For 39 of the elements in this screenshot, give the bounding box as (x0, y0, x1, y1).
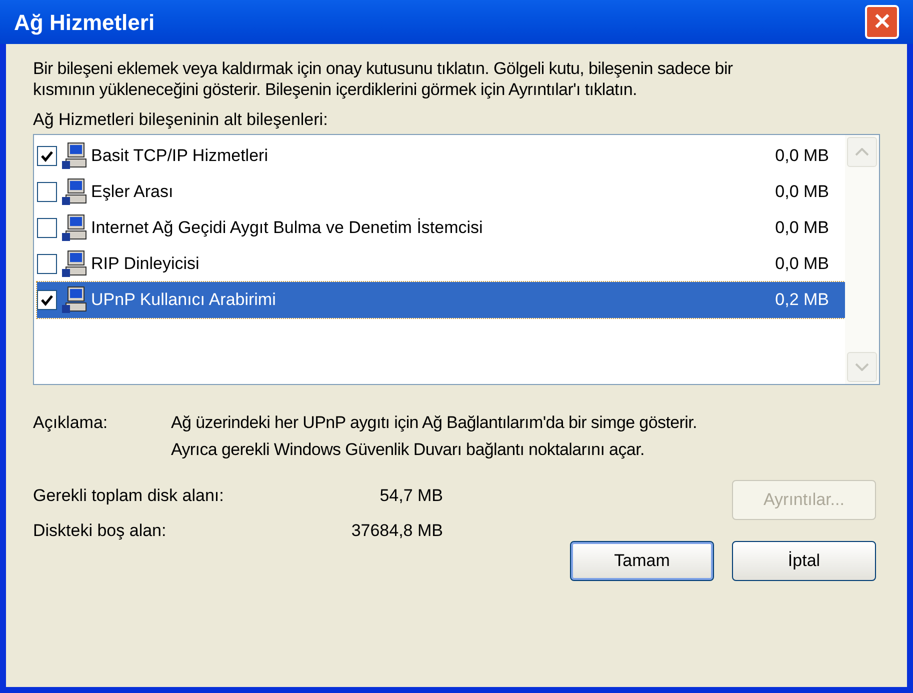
disk-value: 54,7 MB (378, 485, 443, 507)
component-size: 0,0 MB (775, 181, 829, 204)
computer-icon (61, 286, 87, 314)
computer-icon (61, 142, 87, 170)
component-size: 0,2 MB (775, 289, 829, 312)
disk-value: 37684,8 MB (350, 520, 443, 542)
computer-icon (61, 178, 87, 206)
component-name: RIP Dinleyicisi (91, 253, 200, 276)
checkbox[interactable] (37, 182, 57, 202)
checkbox[interactable] (37, 254, 57, 274)
description-label: Açıklama: (33, 412, 109, 434)
window-title: Ağ Hizmetleri (14, 8, 155, 37)
list-item[interactable]: Basit TCP/IP Hizmetleri 0,0 MB (37, 138, 845, 174)
component-size: 0,0 MB (775, 253, 829, 276)
list-label: Ağ Hizmetleri bileşeninin alt bileşenleri: (33, 109, 329, 130)
component-name: Basit TCP/IP Hizmetleri (91, 145, 269, 168)
component-size: 0,0 MB (775, 217, 829, 240)
disk-label: Gerekli toplam disk alanı: (33, 485, 225, 507)
close-button[interactable]: ✕ (865, 5, 899, 39)
list-item[interactable]: Internet Ağ Geçidi Aygıt Bulma ve Denetim İstemcisi 0,0 MB (37, 210, 845, 246)
checkbox[interactable] (37, 290, 57, 310)
list-item[interactable]: UPnP Kullanıcı Arabirimi 0,2 MB (37, 282, 845, 318)
computer-icon (61, 250, 87, 278)
description-text: Ağ üzerindeki her UPnP aygıtı için Ağ Bağlantılarım'da bir simge gösterir. Ayrıca gerekli Windows Güvenlik Duvarı bağlantı noktalarını açar. (171, 412, 698, 461)
checkmark-icon (40, 149, 54, 163)
disk-label: Diskteki boş alan: (33, 520, 168, 542)
dialog-button[interactable]: İptal (732, 541, 876, 581)
component-name: UPnP Kullanıcı Arabirimi (91, 289, 277, 312)
component-size: 0,0 MB (775, 145, 829, 168)
dialog-button[interactable]: Tamam (570, 541, 714, 581)
computer-icon (61, 214, 87, 242)
checkmark-icon (40, 293, 54, 307)
list-item[interactable]: RIP Dinleyicisi 0,0 MB (37, 246, 845, 282)
component-name: Internet Ağ Geçidi Aygıt Bulma ve Denetim İstemcisi (91, 217, 484, 240)
instructions-text: Bir bileşeni eklemek veya kaldırmak için onay kutusunu tıklatın. Gölgeli kutu, bileşenin sadece bir kısmının yükleneceğini gösterir. Bileşenin içerdiklerini görmek için Ayrıntılar'ı tıklatın. (33, 58, 734, 100)
list-item[interactable]: Eşler Arası 0,0 MB (37, 174, 845, 210)
checkbox[interactable] (37, 218, 57, 238)
component-name: Eşler Arası (91, 181, 174, 204)
checkbox[interactable] (37, 146, 57, 166)
